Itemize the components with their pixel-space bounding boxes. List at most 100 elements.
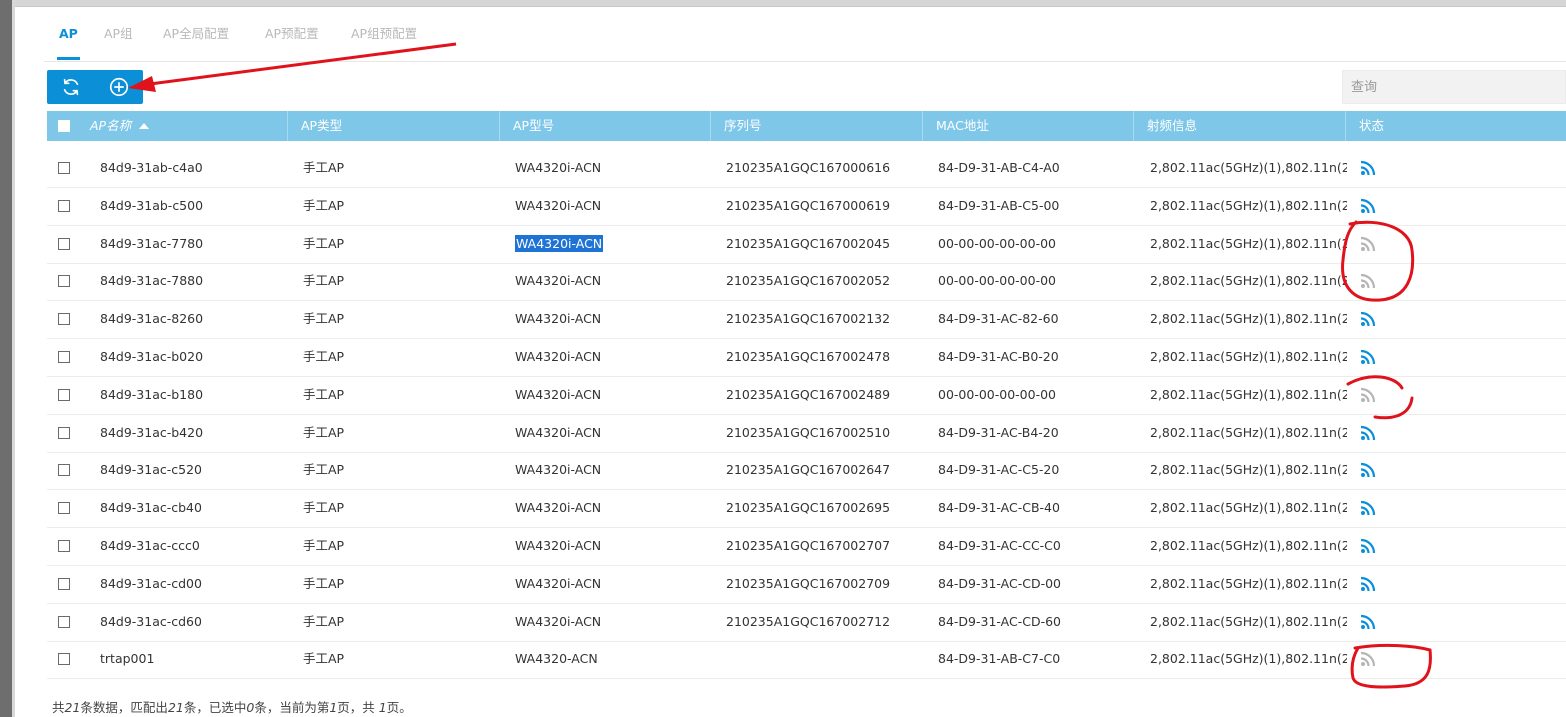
radio-info-cell: 2,802.11ac(5GHz)(1),802.11n(2...: [1150, 349, 1347, 364]
table-row[interactable]: 84d9-31ac-cb40 手工AP WA4320i-ACN 210235A1GQC…: [47, 489, 1566, 529]
selected-text: WA4320i-ACN: [515, 234, 604, 252]
wifi-signal-icon: [1360, 160, 1376, 176]
select-all-checkbox[interactable]: [58, 120, 70, 132]
ap-type-cell: 手工AP: [303, 311, 345, 327]
ap-model-cell: WA4320i-ACN: [515, 311, 602, 327]
status-cell: [1360, 640, 1390, 678]
status-cell: [1360, 338, 1390, 376]
col-mac[interactable]: MAC地址: [922, 111, 989, 141]
serial-cell: 210235A1GQC167002052: [726, 273, 891, 289]
row-checkbox[interactable]: [58, 502, 70, 515]
row-checkbox[interactable]: [58, 162, 70, 174]
col-serial[interactable]: 序列号: [710, 111, 762, 141]
add-button[interactable]: [95, 70, 143, 104]
ap-name-cell: 84d9-31ac-ccc0: [100, 538, 200, 553]
table-row[interactable]: 84d9-31ac-b420 手工AP WA4320i-ACN 210235A1GQC…: [47, 414, 1566, 453]
radio-info-cell: 2,802.11ac(5GHz)(1),802.11n(2...: [1150, 273, 1347, 289]
radio-info-cell: 2,802.11ac(5GHz)(1),802.11n(2...: [1150, 538, 1347, 553]
table-row[interactable]: 84d9-31ac-ccc0 手工AP WA4320i-ACN 210235A1GQC…: [47, 527, 1566, 566]
ap-model-cell: WA4320i-ACN: [515, 160, 602, 175]
mac-cell: 84-D9-31-AC-CD-60: [938, 613, 1061, 629]
ap-type-cell: 手工AP: [303, 424, 345, 440]
footer-text: 页，共: [337, 700, 379, 715]
col-ap-name[interactable]: AP名称: [90, 111, 150, 141]
row-checkbox[interactable]: [58, 615, 70, 628]
footer-text: 共: [52, 700, 65, 715]
tab-ap-global-config[interactable]: AP全局配置: [163, 20, 229, 60]
row-checkbox[interactable]: [58, 313, 70, 326]
total-count: 21: [64, 700, 81, 715]
row-checkbox[interactable]: [58, 237, 70, 250]
radio-info-cell: 2,802.11ac(5GHz)(1),802.11n(2...: [1150, 500, 1347, 516]
table-row[interactable]: 84d9-31ab-c4a0 手工AP WA4320i-ACN 210235A1GQC…: [47, 149, 1566, 188]
add-circle-icon: [109, 77, 129, 97]
ap-name-cell: 84d9-31ac-8260: [100, 311, 204, 327]
refresh-button[interactable]: [47, 70, 95, 104]
mac-cell: 84-D9-31-AB-C5-00: [938, 197, 1060, 213]
mac-cell: 84-D9-31-AB-C4-A0: [938, 160, 1060, 175]
table-row[interactable]: 84d9-31ac-8260 手工AP WA4320i-ACN 210235A1GQC…: [47, 300, 1566, 340]
row-checkbox[interactable]: [58, 388, 70, 401]
row-checkbox[interactable]: [58, 540, 70, 552]
serial-cell: 210235A1GQC167002647: [726, 462, 891, 478]
pagination-summary: 共21条数据，匹配出21条，已选中0条，当前为第1页，共 1页。: [52, 697, 412, 716]
tab-ap-group[interactable]: AP组: [104, 20, 133, 60]
ap-name-cell: trtap001: [100, 651, 155, 667]
wifi-signal-icon: [1360, 425, 1376, 440]
ap-type-cell: 手工AP: [303, 462, 345, 478]
tab-ap-preconfig[interactable]: AP预配置: [265, 20, 319, 60]
table-row[interactable]: 84d9-31ac-b020 手工AP WA4320i-ACN 210235A1GQC…: [47, 338, 1566, 377]
row-checkbox[interactable]: [58, 351, 70, 363]
ap-type-cell: 手工AP: [303, 538, 345, 553]
table-row[interactable]: 84d9-31ac-7880 手工AP WA4320i-ACN 210235A1GQC…: [47, 262, 1566, 302]
row-checkbox[interactable]: [58, 199, 70, 212]
wifi-signal-icon: [1360, 652, 1376, 667]
table-row[interactable]: 84d9-31ab-c500 手工AP WA4320i-ACN 210235A1GQC…: [47, 187, 1566, 226]
refresh-icon: [63, 78, 79, 96]
window-left-edge: [0, 0, 12, 717]
status-cell: [1360, 225, 1390, 263]
serial-cell: 210235A1GQC167000616: [726, 160, 891, 175]
ap-model-cell: WA4320i-ACN: [515, 538, 602, 553]
radio-info-cell: 2,802.11ac(5GHz)(1),802.11n(2...: [1150, 424, 1347, 440]
mac-cell: 84-D9-31-AC-B4-20: [938, 424, 1059, 440]
tab-divider: [44, 61, 1566, 62]
search-input[interactable]: [1342, 70, 1566, 104]
toolbar: [47, 70, 143, 104]
serial-cell: 210235A1GQC167002510: [726, 424, 891, 440]
ap-model-cell: WA4320i-ACN: [515, 500, 602, 516]
table-row[interactable]: 84d9-31ac-cd60 手工AP WA4320i-ACN 210235A1GQC…: [47, 603, 1566, 642]
col-radio[interactable]: 射频信息: [1133, 111, 1197, 141]
ap-model-cell: WA4320i-ACN: [515, 349, 602, 364]
status-cell: [1360, 376, 1390, 414]
ap-name-cell: 84d9-31ac-cb40: [100, 500, 202, 516]
tab-ap-group-preconfig[interactable]: AP组预配置: [351, 20, 417, 60]
tab-ap[interactable]: AP: [57, 20, 80, 60]
table-row[interactable]: 84d9-31ac-b180 手工AP WA4320i-ACN 210235A1GQC…: [47, 376, 1566, 415]
ap-model-cell: WA4320i-ACN: [515, 225, 604, 263]
row-checkbox[interactable]: [58, 426, 70, 439]
table-row[interactable]: 84d9-31ac-7780 手工AP WA4320i-ACN 210235A1GQC…: [47, 225, 1566, 264]
ap-type-cell: 手工AP: [303, 651, 345, 667]
radio-info-cell: 2,802.11ac(5GHz)(1),802.11n(2...: [1150, 311, 1347, 327]
col-ap-type[interactable]: AP类型: [287, 111, 342, 141]
radio-info-cell: 2,802.11ac(5GHz)(1),802.11n(2...: [1150, 613, 1347, 629]
ap-type-cell: 手工AP: [303, 273, 345, 289]
row-checkbox[interactable]: [58, 577, 70, 590]
footer-text: 条，已选中: [183, 700, 247, 715]
row-checkbox[interactable]: [58, 275, 70, 288]
serial-cell: 210235A1GQC167000619: [726, 197, 891, 213]
col-status[interactable]: 状态: [1345, 111, 1384, 141]
serial-cell: 210235A1GQC167002712: [726, 613, 891, 629]
table-row[interactable]: 84d9-31ac-c520 手工AP WA4320i-ACN 210235A1GQC…: [47, 451, 1566, 491]
table-row[interactable]: 84d9-31ac-cd00 手工AP WA4320i-ACN 210235A1GQC…: [47, 565, 1566, 604]
table-row[interactable]: trtap001 手工AP WA4320-ACN 84-D9-31-AB-C7-C0 2…: [47, 640, 1566, 680]
mac-cell: 00-00-00-00-00-00: [938, 386, 1056, 402]
table-header: AP名称 AP类型 AP型号 序列号 MAC地址 射频信息 状态: [47, 111, 1566, 141]
col-ap-model[interactable]: AP型号: [499, 111, 554, 141]
ap-model-cell: WA4320i-ACN: [515, 424, 602, 440]
serial-cell: 210235A1GQC167002695: [726, 500, 891, 516]
status-cell: [1360, 565, 1390, 603]
row-checkbox[interactable]: [58, 653, 70, 666]
row-checkbox[interactable]: [58, 464, 70, 477]
